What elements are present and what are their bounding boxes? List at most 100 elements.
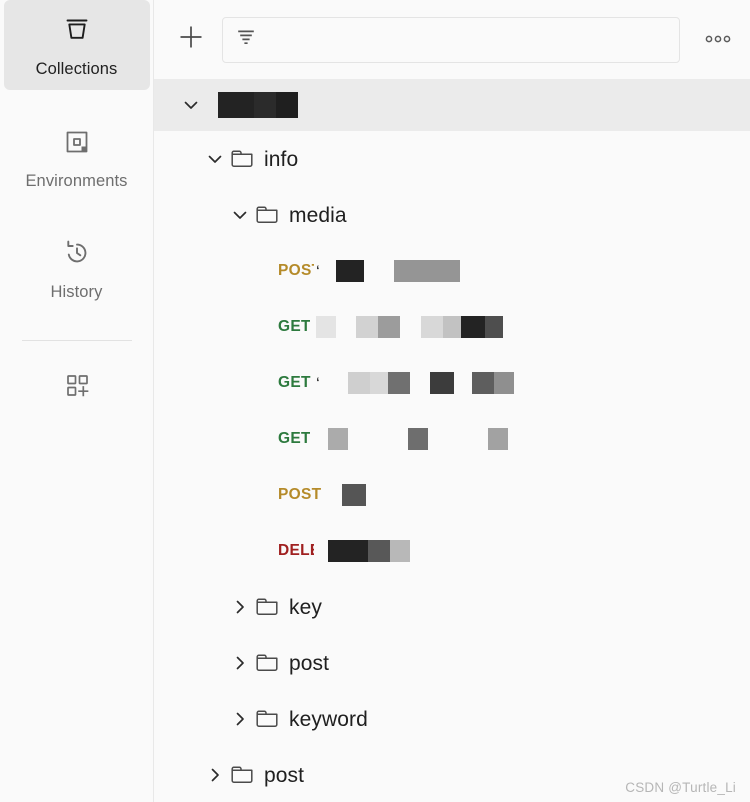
redacted-request-name [326, 372, 514, 394]
method-label-get: GET [278, 319, 310, 335]
redaction-block [342, 484, 366, 506]
collection-row[interactable] [154, 79, 750, 131]
folder-icon [228, 146, 256, 172]
folder-row[interactable]: keyword [154, 691, 750, 747]
redaction-block [218, 92, 254, 118]
redaction-block [408, 428, 428, 450]
redaction-block [400, 316, 421, 338]
redaction-block [336, 316, 356, 338]
history-icon [60, 236, 94, 275]
redaction-block [488, 428, 508, 450]
sidebar-item-environments[interactable]: Environments [4, 112, 150, 202]
redaction-block [356, 316, 378, 338]
redacted-request-name [328, 484, 366, 506]
redaction-block [378, 316, 400, 338]
collections-toolbar [154, 0, 750, 79]
folder-label: info [264, 147, 299, 171]
request-row[interactable]: GET ‘ [154, 355, 750, 411]
redaction-block [364, 260, 394, 282]
redaction-block [410, 372, 430, 394]
request-row[interactable]: POST [154, 467, 750, 523]
filter-icon [235, 26, 257, 53]
folder-label: post [264, 763, 305, 787]
folder-icon [253, 594, 281, 620]
redaction-block [461, 316, 485, 338]
watermark: CSDN @Turtle_Li [625, 780, 736, 795]
redaction-artifact: ‘ [316, 261, 320, 281]
sidebar-item-history[interactable]: History [4, 223, 150, 313]
redaction-block [368, 540, 390, 562]
method-label-post: POST [278, 487, 322, 503]
rail-divider [21, 339, 132, 341]
request-row[interactable]: GET [154, 411, 750, 467]
collections-icon [60, 13, 94, 52]
chevron-down-icon[interactable] [227, 202, 253, 228]
new-grid-plus-icon [59, 367, 95, 408]
chevron-right-icon[interactable] [227, 594, 253, 620]
more-options-button[interactable] [702, 25, 734, 55]
sidebar-item-collections[interactable]: Collections [3, 0, 150, 90]
redaction-block [387, 372, 410, 394]
redacted-collection-name [218, 92, 298, 118]
rail-spacer [0, 201, 153, 223]
folder-label: media [289, 203, 347, 227]
sidebar-item-label: History [50, 283, 103, 301]
redaction-block [335, 260, 364, 282]
plus-icon [176, 22, 206, 57]
redaction-block [328, 428, 348, 450]
search-input[interactable] [266, 17, 667, 62]
redaction-block [316, 428, 328, 450]
new-grid-plus-button[interactable] [0, 367, 153, 408]
redaction-block [443, 316, 461, 338]
method-label-get: GET [278, 375, 311, 391]
redaction-block [326, 260, 336, 282]
method-label-delete: DELETE [278, 543, 314, 559]
redaction-block [347, 372, 370, 394]
environments-icon [60, 125, 94, 164]
search-filter-box[interactable] [222, 16, 680, 63]
request-row[interactable]: POST‘ [154, 243, 750, 299]
collections-tree: infomediaPOST‘GETGET‘GETPOSTDELETEkeypos… [154, 79, 750, 802]
postman-collections-window: Collections Environments History info me… [0, 0, 750, 802]
redaction-block [493, 372, 514, 394]
chevron-down-icon[interactable] [178, 92, 204, 118]
folder-row[interactable]: post [154, 635, 750, 691]
redaction-block [393, 260, 460, 282]
request-row[interactable]: DELETE [154, 523, 750, 579]
chevron-right-icon[interactable] [227, 706, 253, 732]
folder-icon [228, 762, 256, 788]
folder-label: post [289, 651, 330, 675]
redaction-block [328, 540, 368, 562]
chevron-right-icon[interactable] [227, 650, 253, 676]
request-row[interactable]: GET [154, 299, 750, 355]
redacted-request-name [320, 540, 410, 562]
more-horizontal-icon [703, 31, 733, 49]
redaction-block [328, 484, 342, 506]
redaction-block [316, 316, 336, 338]
collections-panel: infomediaPOST‘GETGET‘GETPOSTDELETEkeypos… [154, 0, 750, 802]
chevron-right-icon[interactable] [202, 762, 228, 788]
redaction-block [326, 372, 348, 394]
chevron-down-icon[interactable] [202, 146, 228, 172]
redaction-block [390, 540, 410, 562]
redaction-block [369, 372, 388, 394]
sidebar-item-label: Environments [25, 171, 128, 190]
redaction-block [429, 372, 454, 394]
redaction-block [428, 428, 488, 450]
folder-row[interactable]: key [154, 579, 750, 635]
redaction-block [276, 92, 298, 118]
folder-label: key [289, 595, 322, 619]
folder-row[interactable]: info [154, 131, 750, 187]
folder-icon [253, 650, 281, 676]
method-label-get: GET [278, 431, 310, 447]
left-nav-rail: Collections Environments History [0, 0, 154, 802]
redacted-request-name [316, 428, 508, 450]
redacted-request-name [326, 260, 460, 282]
folder-label: keyword [289, 707, 368, 731]
redaction-block [471, 372, 494, 394]
rail-spacer [0, 90, 153, 112]
create-new-button[interactable] [174, 23, 208, 57]
redaction-block [485, 316, 503, 338]
folder-icon [253, 706, 281, 732]
folder-row[interactable]: media [154, 187, 750, 243]
